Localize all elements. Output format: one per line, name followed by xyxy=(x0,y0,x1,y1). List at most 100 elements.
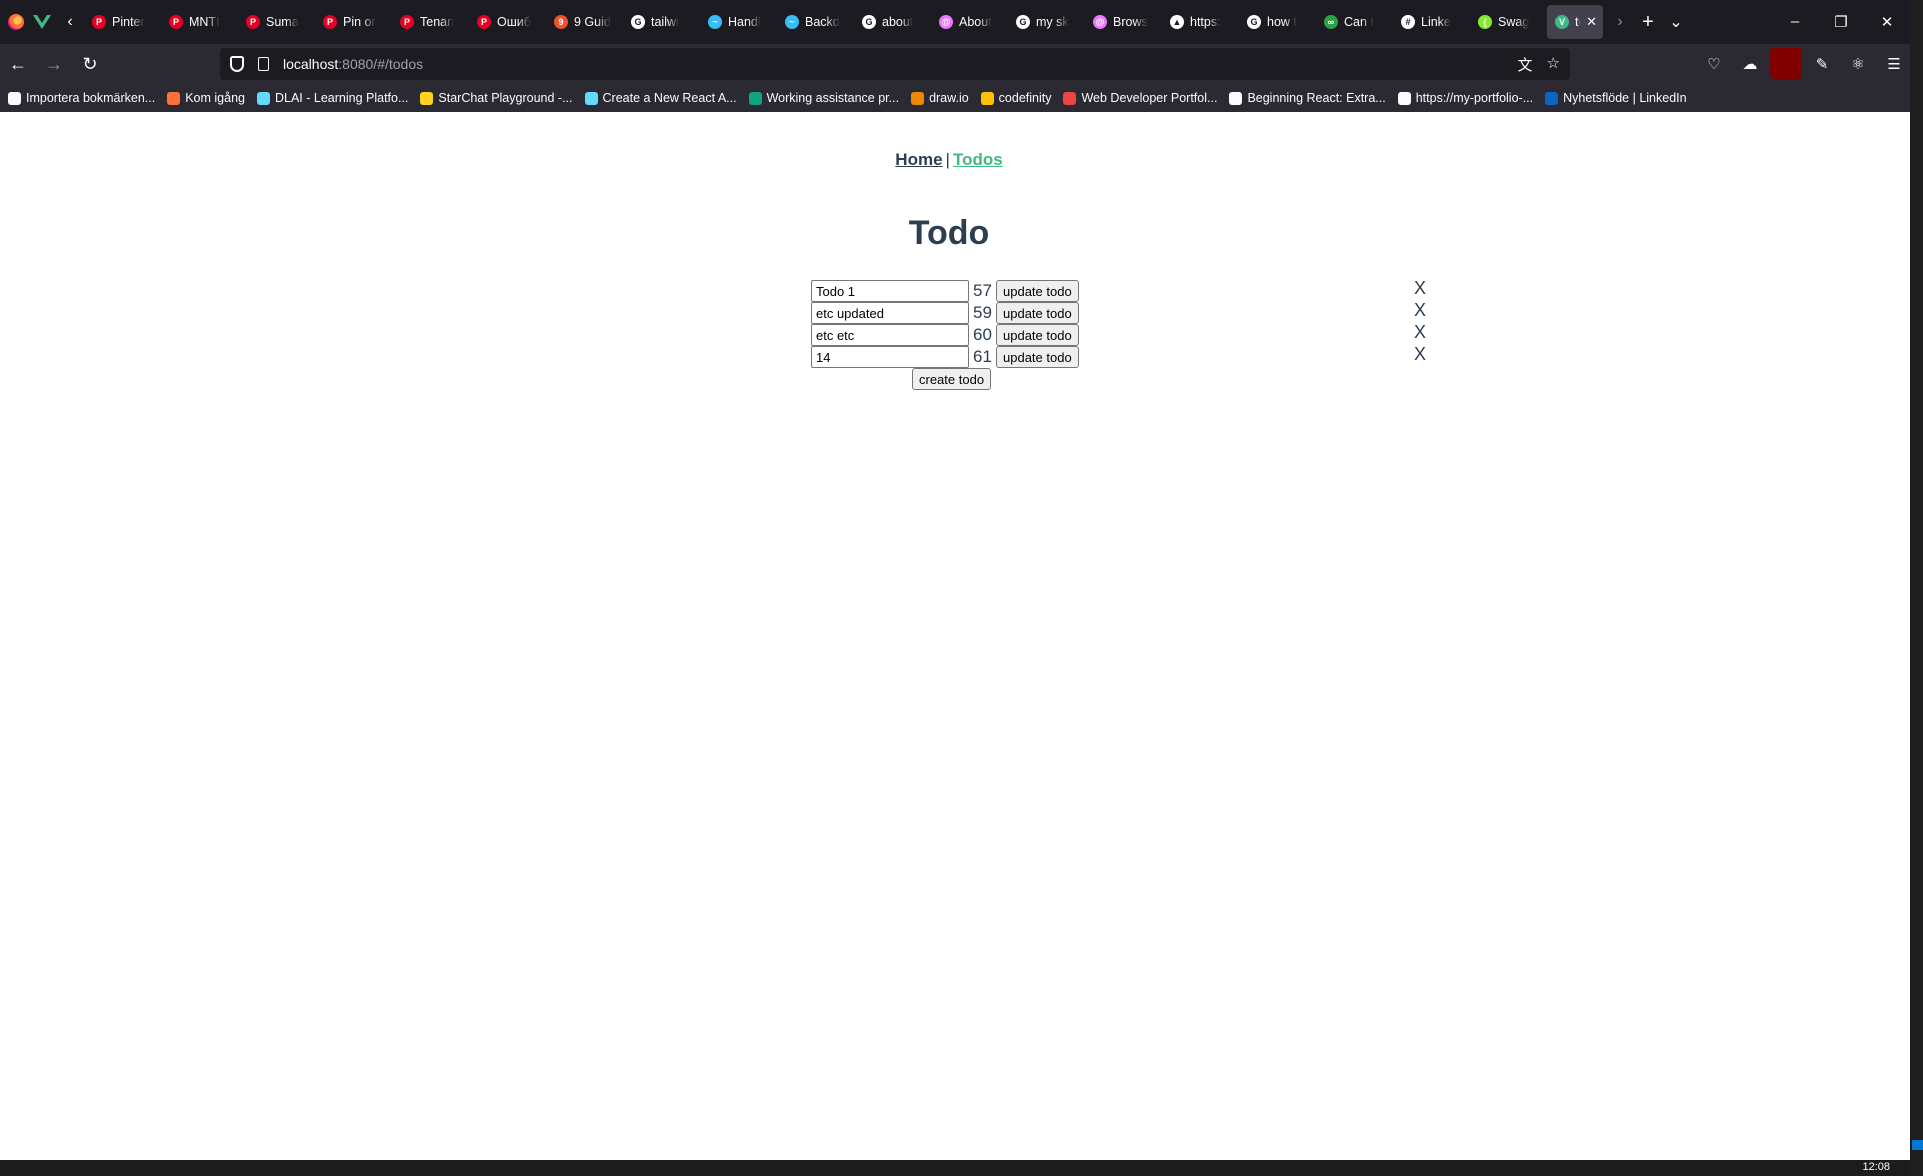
bookmark-item[interactable]: Nyhetsflöde | LinkedIn xyxy=(1545,91,1687,105)
site-info-icon[interactable] xyxy=(258,57,269,71)
update-todo-button[interactable]: update todo xyxy=(996,302,1079,324)
bookmark-item[interactable]: Beginning React: Extra... xyxy=(1229,91,1386,105)
browser-tab[interactable]: Gabout xyxy=(854,5,928,39)
browser-tab[interactable]: @ Brows xyxy=(1085,5,1159,39)
bookmark-favicon-icon xyxy=(256,91,270,105)
close-tab-icon[interactable]: ✕ xyxy=(1586,14,1597,30)
list-all-tabs-icon[interactable]: ⌄ xyxy=(1662,8,1690,36)
browser-tab[interactable]: P Pinter xyxy=(84,5,158,39)
delete-todo-button[interactable]: X xyxy=(1414,278,1426,299)
bookmark-item[interactable]: DLAI - Learning Platfo... xyxy=(256,91,409,105)
delete-todo-button[interactable]: X xyxy=(1414,322,1426,343)
browser-tab[interactable]: P Ошиб xyxy=(469,5,543,39)
back-button[interactable]: ← xyxy=(0,48,36,80)
bookmark-item[interactable]: codefinity xyxy=(980,91,1051,105)
bookmark-item[interactable]: Create a New React A... xyxy=(584,91,737,105)
browser-tab[interactable]: ~ Backd xyxy=(777,5,851,39)
extension-mask-icon[interactable]: ☁ xyxy=(1734,48,1766,80)
extensions-puzzle-icon[interactable]: ✎ xyxy=(1806,48,1838,80)
todo-id: 61 xyxy=(973,347,992,366)
firefox-icon[interactable] xyxy=(0,8,28,36)
react-devtools-icon[interactable]: ⚛ xyxy=(1842,48,1874,80)
tab-favicon-icon: V xyxy=(1555,15,1569,29)
navigation-bar: ← → ↻ localhost:8080/#/todos 文 ☆ ♡ ☁ ✎ ⚛… xyxy=(0,44,1910,84)
bookmark-item[interactable]: Web Developer Portfol... xyxy=(1063,91,1217,105)
browser-tab[interactable]: Gmy sk xyxy=(1008,5,1082,39)
url-text[interactable]: localhost:8080/#/todos xyxy=(283,56,423,72)
bookmark-star-icon[interactable]: ☆ xyxy=(1547,54,1560,75)
browser-tab[interactable]: P Pin or xyxy=(315,5,389,39)
browser-tab[interactable]: # Linke xyxy=(1393,5,1467,39)
translate-icon[interactable]: 文 xyxy=(1518,54,1533,75)
browser-tab[interactable]: Ghow t xyxy=(1239,5,1313,39)
tab-favicon-icon: ▲ xyxy=(1170,15,1184,29)
tab-title: tod xyxy=(1575,15,1580,29)
todo-title-input[interactable] xyxy=(811,346,969,368)
nav-link-home[interactable]: Home xyxy=(895,150,942,169)
minimize-button[interactable]: – xyxy=(1772,13,1818,31)
tab-favicon-icon: ~ xyxy=(785,15,799,29)
tracking-protection-icon[interactable] xyxy=(230,56,244,72)
bookmark-item[interactable]: Working assistance pr... xyxy=(748,91,899,105)
update-todo-button[interactable]: update todo xyxy=(996,280,1079,302)
tab-title: Swag xyxy=(1498,15,1530,29)
bookmark-item[interactable]: draw.io xyxy=(911,91,969,105)
create-todo-button[interactable]: create todo xyxy=(912,368,992,390)
tab-title: Suma xyxy=(266,15,299,29)
delete-todo-button[interactable]: X xyxy=(1414,300,1426,321)
todo-title-input[interactable] xyxy=(811,302,969,324)
bookmark-item[interactable]: Importera bokmärken... xyxy=(8,91,155,105)
browser-tab[interactable]: 9 9 Guid xyxy=(546,5,620,39)
bookmark-label: Kom igång xyxy=(185,91,245,105)
pocket-icon[interactable]: ♡ xyxy=(1698,48,1730,80)
bookmark-item[interactable]: StarChat Playground -... xyxy=(420,91,573,105)
scroll-tabs-left-icon[interactable]: ‹ xyxy=(56,8,84,36)
browser-tab[interactable]: ▲ https: xyxy=(1162,5,1236,39)
scroll-tabs-right-icon[interactable]: › xyxy=(1606,8,1634,36)
update-todo-button[interactable]: update todo xyxy=(996,324,1079,346)
close-window-button[interactable]: ✕ xyxy=(1864,13,1910,31)
restore-button[interactable]: ❐ xyxy=(1818,13,1864,31)
todo-row: 61update todo X xyxy=(811,344,1426,368)
bookmark-label: DLAI - Learning Platfo... xyxy=(274,91,409,105)
tab-favicon-icon: ~ xyxy=(708,15,722,29)
menu-hamburger-icon[interactable]: ☰ xyxy=(1878,48,1910,80)
browser-tab[interactable]: Vtod ✕ xyxy=(1547,5,1603,39)
browser-tab[interactable]: Gtailwi xyxy=(623,5,697,39)
browser-tab[interactable]: {Swag xyxy=(1470,5,1544,39)
todo-title-input[interactable] xyxy=(811,280,969,302)
bookmark-favicon-icon xyxy=(420,91,434,105)
ublock-icon[interactable] xyxy=(1770,48,1802,80)
todo-id: 57 xyxy=(973,281,992,300)
browser-tab[interactable]: @ About xyxy=(931,5,1005,39)
os-taskbar: 12:08 xyxy=(0,1160,1910,1176)
browser-tab[interactable]: P Tenan xyxy=(392,5,466,39)
bookmark-label: Nyhetsflöde | LinkedIn xyxy=(1563,91,1687,105)
url-bar[interactable]: localhost:8080/#/todos 文 ☆ xyxy=(220,48,1570,80)
router-nav: Home | Todos xyxy=(0,150,1898,170)
browser-tab[interactable]: P Suma xyxy=(238,5,312,39)
todo-title-input[interactable] xyxy=(811,324,969,346)
update-todo-button[interactable]: update todo xyxy=(996,346,1079,368)
tab-strip: P Pinter P MNTI P Suma P Pin or P Tenan P Ошиб 9 9 Gu… xyxy=(84,0,1606,44)
bookmark-label: Importera bokmärken... xyxy=(26,91,156,105)
tab-title: Ошиб xyxy=(497,15,531,29)
vue-devtools-icon[interactable] xyxy=(28,8,56,36)
new-tab-button[interactable]: + xyxy=(1634,8,1662,36)
delete-todo-button[interactable]: X xyxy=(1414,344,1426,365)
bookmark-item[interactable]: Kom igång xyxy=(167,91,245,105)
tab-favicon-icon: P xyxy=(169,15,183,29)
bookmark-item[interactable]: https://my-portfolio-... xyxy=(1397,91,1533,105)
bookmark-label: Beginning React: Extra... xyxy=(1247,91,1386,105)
side-panel-edge xyxy=(1910,0,1923,1176)
bookmark-favicon-icon xyxy=(980,91,994,105)
bookmark-favicon-icon xyxy=(8,91,21,105)
nav-link-todos[interactable]: Todos xyxy=(953,150,1003,169)
tab-title: Backd xyxy=(805,15,840,29)
reload-button[interactable]: ↻ xyxy=(72,48,108,80)
browser-tab[interactable]: P MNTI xyxy=(161,5,235,39)
todo-id: 59 xyxy=(973,303,992,322)
browser-tab[interactable]: ∞ Can I xyxy=(1316,5,1390,39)
browser-tab[interactable]: ~ Handl xyxy=(700,5,774,39)
forward-button[interactable]: → xyxy=(36,48,72,80)
